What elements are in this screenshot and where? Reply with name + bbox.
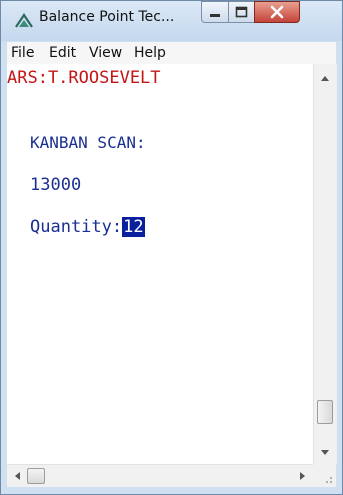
scroll-up-icon[interactable] (321, 76, 329, 81)
menu-help[interactable]: Help (134, 45, 166, 61)
scroll-down-icon[interactable] (321, 450, 329, 455)
window-title: Balance Point Tec... (39, 9, 175, 25)
app-icon (15, 13, 33, 28)
vertical-scrollbar[interactable] (313, 64, 337, 464)
quantity-label: Quantity: (30, 217, 123, 237)
terminal-screen[interactable]: ARS:T.ROOSEVELT KANBAN SCAN: 13000 Quant… (7, 64, 313, 464)
minimize-icon (210, 14, 220, 17)
horizontal-scroll-thumb[interactable] (27, 468, 45, 484)
horizontal-scrollbar[interactable] (7, 464, 313, 488)
scroll-left-icon[interactable] (15, 472, 20, 480)
size-grip[interactable] (313, 464, 336, 487)
scan-value: 13000 (30, 175, 82, 195)
close-icon (270, 5, 284, 19)
quantity-input[interactable]: 12 (122, 217, 145, 237)
scroll-right-icon[interactable] (300, 472, 305, 480)
menu-edit[interactable]: Edit (49, 45, 76, 61)
menu-view[interactable]: View (89, 45, 122, 61)
maximize-icon (235, 6, 248, 18)
minimize-button[interactable] (201, 1, 229, 23)
resize-grip-icon (326, 477, 332, 483)
menu-file[interactable]: File (11, 45, 34, 61)
close-button[interactable] (254, 1, 300, 23)
kanban-scan-label: KANBAN SCAN: (30, 133, 146, 152)
app-window: Balance Point Tec... File Edit View Help… (0, 0, 343, 495)
window-frame-bottom (1, 487, 342, 494)
maximize-button[interactable] (228, 1, 255, 23)
menu-bar: File Edit View Help (7, 42, 336, 65)
terminal-header: ARS:T.ROOSEVELT (7, 68, 161, 88)
quantity-line: Quantity:12 (30, 217, 145, 237)
vertical-scroll-thumb[interactable] (317, 400, 333, 424)
title-bar[interactable]: Balance Point Tec... (1, 1, 342, 41)
